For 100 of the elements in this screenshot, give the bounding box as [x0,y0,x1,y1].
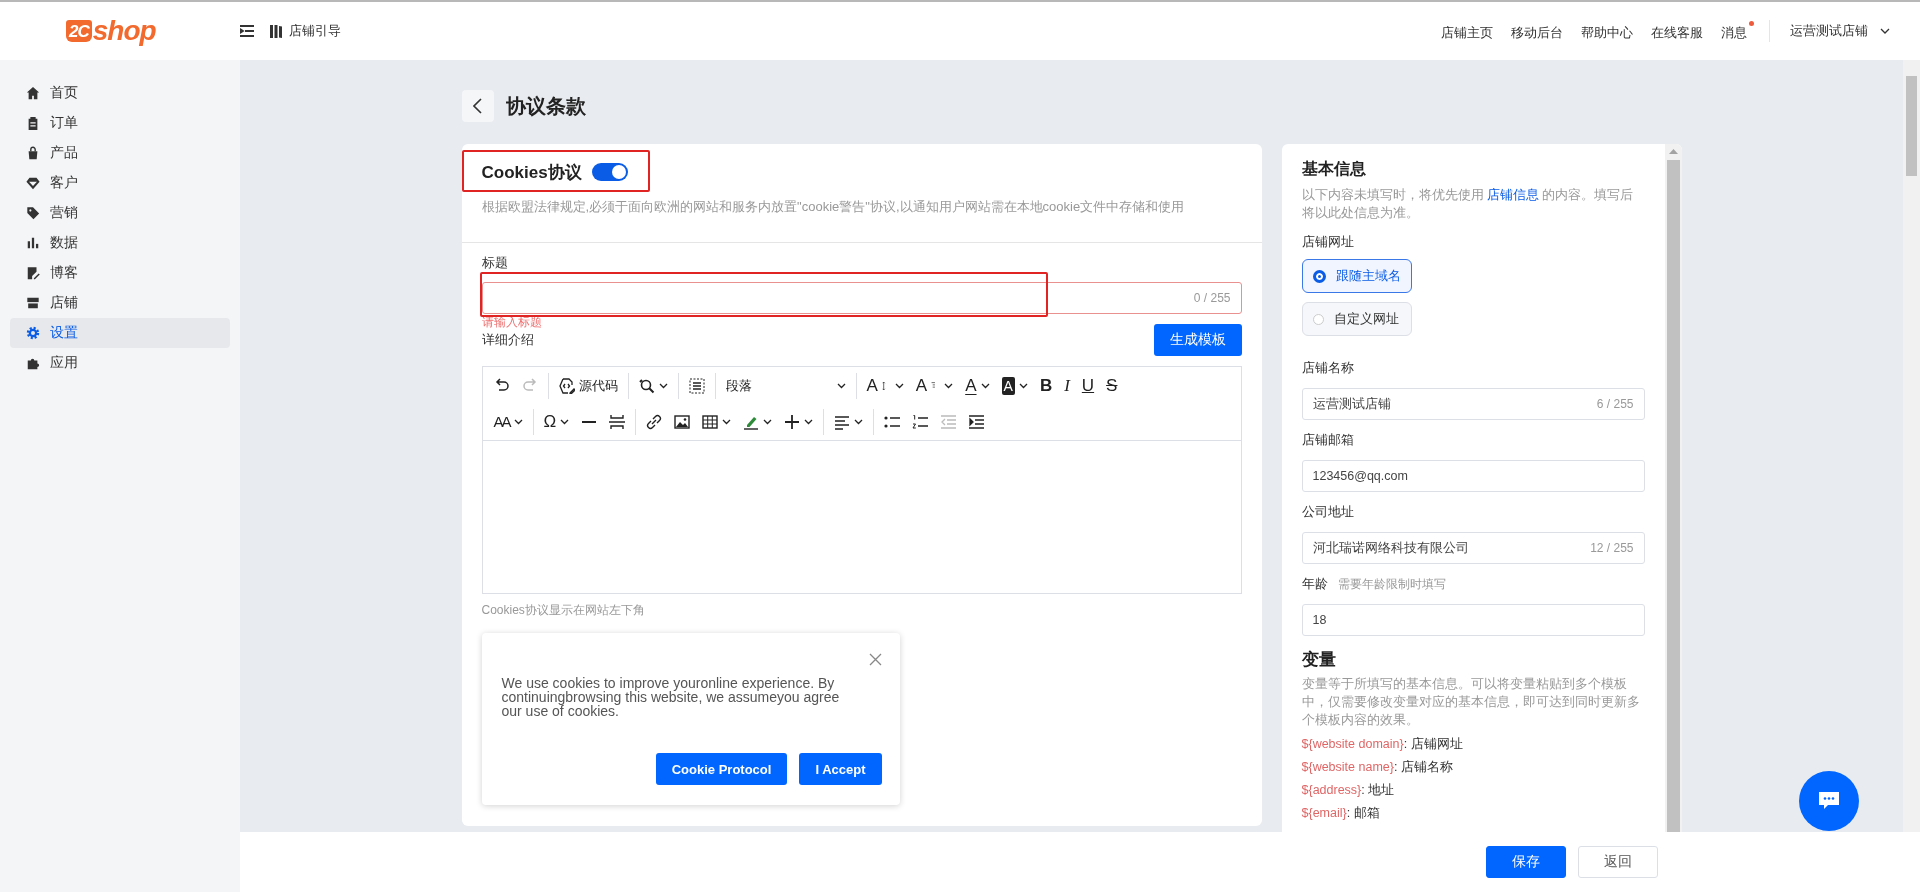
panel-title: 基本信息 [1301,159,1367,179]
plus-icon [784,414,801,430]
bag-icon [26,146,40,160]
nav-link[interactable]: 消息 [1721,20,1754,42]
font-family-button[interactable]: AA [488,408,528,436]
line-icon [581,421,598,423]
nav-link[interactable]: 在线客服 [1651,20,1710,42]
format-select[interactable]: 段落 [720,371,851,400]
radio-option[interactable]: 自定义网址 [1301,302,1412,336]
undo-icon [493,377,510,394]
align-left-icon [834,414,851,430]
field-label: 店铺名称 [1301,360,1355,376]
special-character-button[interactable]: Ω [538,408,575,436]
marker-icon [743,414,760,430]
code-icon [558,377,575,394]
menu-icon[interactable] [240,25,254,37]
text-input[interactable]: 18 [1301,604,1645,636]
bold-button[interactable]: B [1034,371,1058,400]
tag-icon [26,206,40,220]
sidebar-item[interactable]: 应用 [10,348,230,378]
section-title: Cookies协议 [481,161,582,184]
text-color-button[interactable]: A [960,371,995,400]
image-icon [674,414,691,430]
back-button[interactable] [461,90,494,122]
indent-icon [968,414,985,430]
clipboard-icon [26,116,40,130]
section-title: 变量 [1301,649,1337,671]
dashed-box-icon [688,377,705,394]
gear-icon [26,326,40,340]
toggle-switch[interactable] [591,163,628,181]
text-input[interactable]: 运营测试店铺 6 / 255 [1301,388,1645,420]
sidebar-item[interactable]: 设置 [10,318,230,348]
variable-line: ${website name}: 店铺名称 [1301,759,1454,775]
strikethrough-button[interactable]: S [1101,371,1123,400]
sidebar-item[interactable]: 首页 [10,78,230,108]
section-description: 根据欧盟法律规定,必须于面向欧洲的网站和服务内放置"cookie警告"协议,以通知用户网站需在本地cookie文件中存储和使用 [481,198,1186,216]
nav-link[interactable]: 移动后台 [1511,20,1570,42]
field-label: 公司地址 [1301,504,1355,520]
background-color-button[interactable]: A [996,371,1033,400]
banner-button[interactable]: Cookie Protocol [655,753,788,785]
sidebar-item[interactable]: 产品 [10,138,230,168]
guide-link[interactable]: 店铺引导 [270,22,341,40]
text-input[interactable]: 123456@qq.com [1301,460,1645,492]
link-icon [646,414,663,430]
panel-description: 以下内容未填写时，将优先使用 店铺信息 的内容。填写后将以此处信息为准。 [1301,187,1635,222]
sidebar-item[interactable]: 博客 [10,258,230,288]
diamond-icon [26,176,40,190]
variable-line: ${email}: 邮箱 [1301,805,1381,821]
field-label: 年龄 [1301,576,1328,592]
field-label: 店铺邮箱 [1301,432,1355,448]
sidebar-item[interactable]: 订单 [10,108,230,138]
banner-button[interactable]: I Accept [799,753,882,785]
magnifier-icon [638,377,655,394]
hint-text: Cookies协议显示在网站左下角 [481,602,646,618]
radio-option[interactable]: 跟随主域名 [1301,259,1412,293]
caret-icon [1880,28,1890,34]
nav-link[interactable]: 店铺主页 [1441,20,1500,42]
outdent-icon [940,414,957,430]
return-button[interactable]: 返回 [1578,846,1658,878]
scrollbar[interactable] [1903,60,1920,832]
home-icon [26,86,40,100]
font-size-button[interactable]: A [861,371,909,400]
page-break-icon [609,414,626,430]
sidebar-item[interactable]: 店铺 [10,288,230,318]
sidebar-item[interactable]: 客户 [10,168,230,198]
edit-note-icon [26,266,40,280]
numbered-list-icon [912,414,929,430]
page-title: 协议条款 [505,93,586,119]
scrollbar[interactable] [1664,144,1682,832]
italic-button[interactable]: I [1059,371,1075,400]
store-info-link[interactable]: 店铺信息 [1487,188,1539,202]
close-icon[interactable] [868,653,882,666]
text-input[interactable]: 河北瑞诺网络科技有限公司 12 / 255 [1301,532,1645,564]
sidebar-item[interactable]: 营销 [10,198,230,228]
field-label: 店铺网址 [1301,234,1355,250]
underline-button[interactable]: U [1076,371,1100,400]
sidebar-item[interactable]: 数据 [10,228,230,258]
store-icon [26,296,40,310]
chat-bubble-icon [1819,792,1839,810]
store-selector[interactable]: 运营测试店铺 [1790,22,1890,40]
line-height-button[interactable]: A [910,371,959,400]
variable-line: ${address}: 地址 [1301,782,1396,798]
source-code-button[interactable]: 源代码 [553,371,623,400]
variables-description: 变量等于所填写的基本信息。可以将变量粘贴到多个模板中，仅需要修改变量对应的基本信息，即可达到同时更新多个模板内容的效果。 [1301,676,1641,729]
generate-template-button[interactable]: 生成模板 [1153,324,1242,356]
puzzle-icon [26,356,40,370]
field-label: 标题 [481,255,509,271]
nav-link[interactable]: 帮助中心 [1581,20,1640,42]
field-note: 需要年龄限制时填写 [1337,576,1446,592]
save-button[interactable]: 保存 [1486,846,1566,878]
bar-chart-icon [26,236,40,250]
bullet-list-icon [884,414,901,430]
unread-dot [1749,21,1754,26]
field-label: 详细介绍 [481,332,534,348]
table-icon [702,414,719,430]
variable-line: ${website domain}: 店铺网址 [1301,736,1464,752]
chat-button[interactable] [1799,771,1859,831]
chevron-left-icon [473,98,482,114]
book-icon [270,24,283,38]
redo-icon [521,377,538,394]
